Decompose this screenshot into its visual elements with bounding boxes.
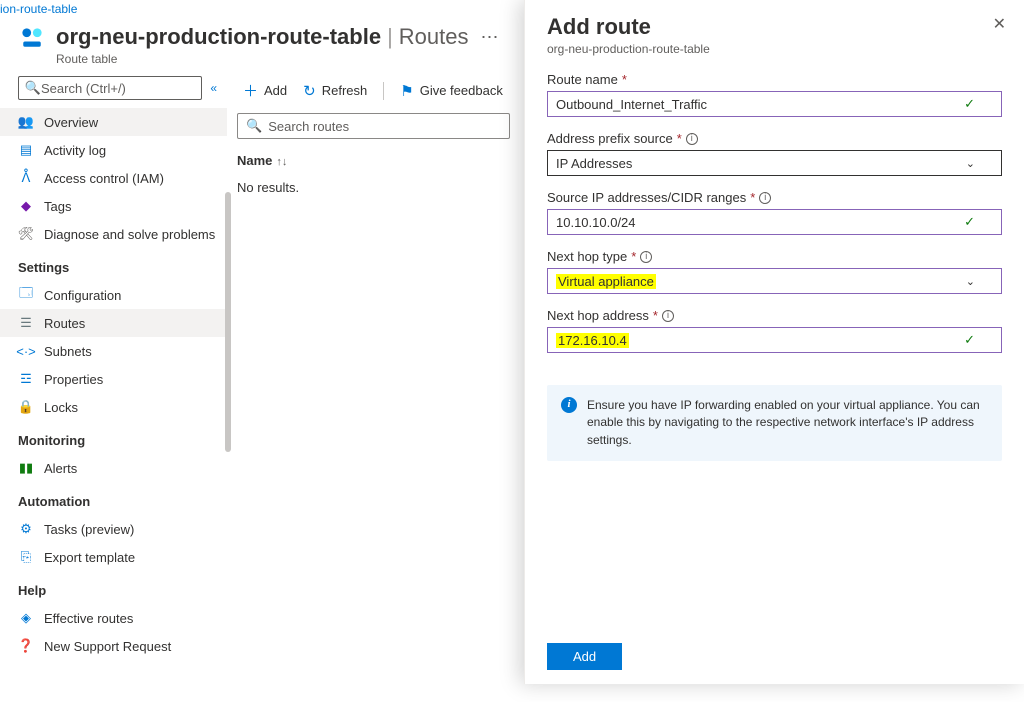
prefix-source-select[interactable]: IP Addresses⌄ bbox=[547, 150, 1002, 176]
breadcrumb-link[interactable]: ion-route-table bbox=[0, 2, 77, 16]
sidebar-item-tasks[interactable]: ⚙Tasks (preview) bbox=[0, 515, 227, 543]
sidebar-item-activity-log[interactable]: ▤Activity log bbox=[0, 136, 227, 164]
sidebar-section-help: Help bbox=[0, 571, 227, 604]
page-title: org-neu-production-route-table bbox=[56, 24, 381, 50]
sidebar-scrollbar[interactable] bbox=[225, 192, 231, 452]
sort-icon: ↑↓ bbox=[276, 156, 287, 168]
close-panel-button[interactable]: ✕ bbox=[993, 14, 1006, 34]
next-hop-address-label: Next hop address * i bbox=[547, 308, 1002, 323]
routes-icon: ☰ bbox=[18, 315, 34, 331]
check-icon: ✓ bbox=[964, 214, 975, 230]
more-button[interactable]: ⋯ bbox=[475, 27, 505, 48]
cidr-input[interactable]: 10.10.10.0/24✓ bbox=[547, 209, 1002, 235]
search-icon: 🔍 bbox=[246, 118, 262, 134]
feedback-icon: ⚑ bbox=[400, 82, 413, 100]
sidebar-section-automation: Automation bbox=[0, 482, 227, 515]
info-icon[interactable]: i bbox=[662, 310, 674, 322]
sidebar-item-overview[interactable]: 👥Overview bbox=[0, 108, 227, 136]
support-icon: ❓ bbox=[18, 638, 34, 654]
collapse-sidebar-button[interactable]: « bbox=[210, 81, 217, 95]
route-table-icon bbox=[18, 24, 46, 52]
check-icon: ✓ bbox=[964, 96, 975, 112]
config-icon: 🗔 bbox=[18, 287, 34, 303]
sidebar-section-monitoring: Monitoring bbox=[0, 421, 227, 454]
tag-icon: ◆ bbox=[18, 198, 34, 214]
sidebar-item-tags[interactable]: ◆Tags bbox=[0, 192, 227, 220]
page-subtitle: Route table bbox=[56, 52, 505, 66]
people-icon: 👥 bbox=[18, 114, 34, 130]
refresh-icon: ↻ bbox=[303, 82, 316, 100]
sidebar-item-alerts[interactable]: ▮▮Alerts bbox=[0, 454, 227, 482]
panel-add-button[interactable]: Add bbox=[547, 643, 622, 670]
diagnose-icon: 🛠 bbox=[18, 226, 34, 242]
lock-icon: 🔒 bbox=[18, 399, 34, 415]
effective-routes-icon: ◈ bbox=[18, 610, 34, 626]
info-icon: i bbox=[561, 397, 577, 413]
prefix-source-label: Address prefix source * i bbox=[547, 131, 1002, 146]
sidebar-item-properties[interactable]: ☲Properties bbox=[0, 365, 227, 393]
sidebar-item-iam[interactable]: ᐰAccess control (IAM) bbox=[0, 164, 227, 192]
iam-icon: ᐰ bbox=[18, 170, 34, 186]
chevron-down-icon: ⌄ bbox=[966, 275, 975, 288]
sidebar-item-diagnose[interactable]: 🛠Diagnose and solve problems bbox=[0, 220, 227, 248]
tasks-icon: ⚙ bbox=[18, 521, 34, 537]
sidebar-section-settings: Settings bbox=[0, 248, 227, 281]
panel-subtitle: org-neu-production-route-table bbox=[547, 42, 1002, 56]
plus-icon: ＋ bbox=[243, 80, 258, 101]
sidebar-item-subnets[interactable]: <·>Subnets bbox=[0, 337, 227, 365]
next-hop-address-input[interactable]: 172.16.10.4✓ bbox=[547, 327, 1002, 353]
no-results-text: No results. bbox=[237, 174, 510, 201]
info-icon[interactable]: i bbox=[640, 251, 652, 263]
route-name-input[interactable]: Outbound_Internet_Traffic✓ bbox=[547, 91, 1002, 117]
add-route-panel: ✕ Add route org-neu-production-route-tab… bbox=[524, 0, 1024, 684]
subnets-icon: <·> bbox=[18, 343, 34, 359]
sidebar-item-locks[interactable]: 🔒Locks bbox=[0, 393, 227, 421]
properties-icon: ☲ bbox=[18, 371, 34, 387]
export-icon: ⎘ bbox=[18, 549, 34, 565]
panel-title: Add route bbox=[547, 14, 1002, 40]
refresh-button[interactable]: ↻Refresh bbox=[303, 82, 367, 100]
next-hop-type-label: Next hop type * i bbox=[547, 249, 1002, 264]
sidebar-item-support[interactable]: ❓New Support Request bbox=[0, 632, 227, 660]
sidebar-item-effective-routes[interactable]: ◈Effective routes bbox=[0, 604, 227, 632]
check-icon: ✓ bbox=[964, 332, 975, 348]
info-icon[interactable]: i bbox=[686, 133, 698, 145]
info-box: i Ensure you have IP forwarding enabled … bbox=[547, 385, 1002, 461]
info-icon[interactable]: i bbox=[759, 192, 771, 204]
feedback-button[interactable]: ⚑Give feedback bbox=[400, 82, 503, 100]
log-icon: ▤ bbox=[18, 142, 34, 158]
column-header-name[interactable]: Name↑↓ bbox=[237, 147, 510, 174]
search-icon: 🔍 bbox=[25, 80, 41, 96]
route-name-label: Route name * bbox=[547, 72, 1002, 87]
alerts-icon: ▮▮ bbox=[18, 460, 34, 476]
page-section: Routes bbox=[399, 24, 469, 50]
sidebar-item-export-template[interactable]: ⎘Export template bbox=[0, 543, 227, 571]
sidebar-search-input[interactable]: 🔍 Search (Ctrl+/) bbox=[18, 76, 202, 100]
add-button[interactable]: ＋Add bbox=[243, 80, 287, 101]
chevron-down-icon: ⌄ bbox=[966, 157, 975, 170]
sidebar-item-routes[interactable]: ☰Routes bbox=[0, 309, 227, 337]
next-hop-type-select[interactable]: Virtual appliance⌄ bbox=[547, 268, 1002, 294]
cidr-label: Source IP addresses/CIDR ranges * i bbox=[547, 190, 1002, 205]
search-routes-input[interactable]: 🔍 Search routes bbox=[237, 113, 510, 139]
sidebar-item-configuration[interactable]: 🗔Configuration bbox=[0, 281, 227, 309]
